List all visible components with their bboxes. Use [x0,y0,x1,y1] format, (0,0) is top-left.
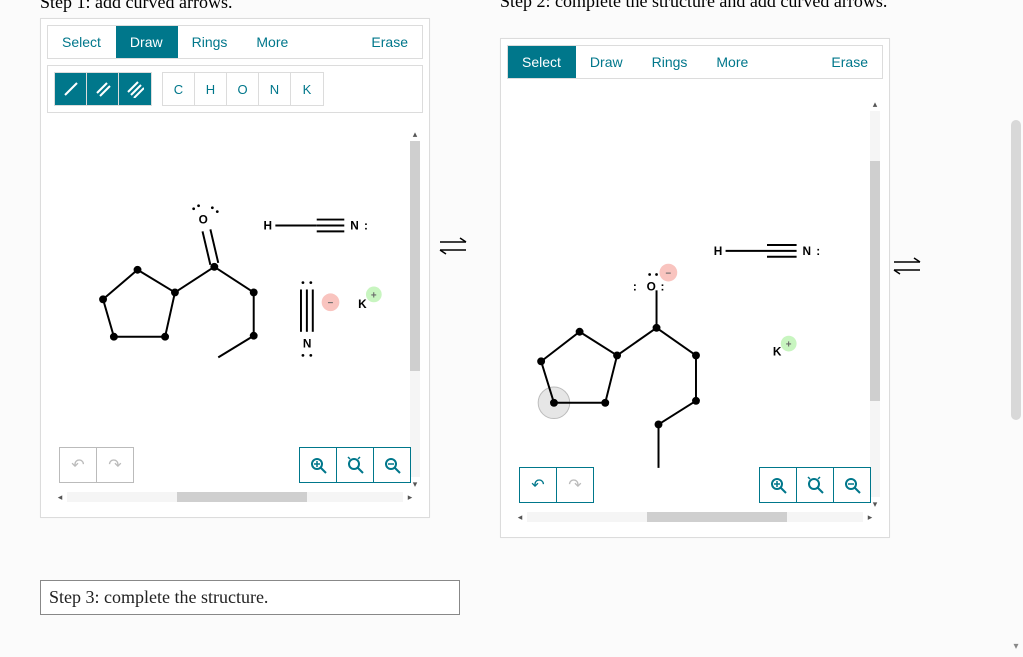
undo-button[interactable]: ↶ [60,448,97,482]
svg-text:−: − [665,269,671,280]
svg-text:+: + [786,340,792,351]
svg-text:+: + [371,290,377,301]
undo-redo-group: ↶ ↷ [59,447,134,483]
undo-icon: ↶ [531,475,544,495]
toolbar: Select Draw Rings More Erase [507,45,883,79]
editor-panel-2: Select Draw Rings More Erase [500,38,890,538]
undo-button[interactable]: ↶ [520,468,557,502]
undo-redo-group: ↶ ↷ [519,467,594,503]
zoom-fit-icon [806,476,824,494]
atom-n-button[interactable]: N [259,73,291,105]
zoom-fit-button[interactable] [797,468,834,502]
redo-button[interactable]: ↷ [557,468,593,502]
more-tab[interactable]: More [242,26,303,58]
atom-c-button[interactable]: C [163,73,195,105]
scroll-right-icon[interactable]: ▸ [863,510,877,524]
zoom-in-button[interactable] [300,448,337,482]
h-label: H [714,244,723,258]
select-tab[interactable]: Select [508,46,576,78]
k-label: K [773,344,782,358]
single-bond-icon [62,80,80,98]
scrollbar-thumb[interactable] [1011,120,1021,420]
equilibrium-arrow-icon [436,232,472,260]
zoom-out-icon [383,456,401,474]
zoom-out-icon [843,476,861,494]
scroll-up-icon[interactable]: ▴ [868,97,882,111]
page-scroll-down-arrow[interactable]: ▾ [1009,639,1023,653]
canvas-horizontal-scrollbar[interactable]: ◂ ▸ [513,509,877,525]
scroll-left-icon[interactable]: ◂ [513,510,527,524]
n2-label: N [303,337,312,351]
o-label: O [199,212,208,226]
scroll-right-icon[interactable]: ▸ [403,490,417,504]
svg-text:−: − [328,298,334,309]
draw-tab[interactable]: Draw [576,46,638,78]
drawing-canvas[interactable]: O H N : [47,127,423,511]
erase-button[interactable]: Erase [357,26,422,58]
double-bond-button[interactable] [87,73,119,105]
triple-bond-button[interactable] [119,73,151,105]
atom-k-button[interactable]: K [291,73,323,105]
draw-tools-row: C H O N K [47,65,423,113]
more-tab[interactable]: More [702,46,763,78]
page-vertical-scrollbar[interactable] [1011,0,1021,640]
bond-type-group [54,72,152,106]
lone-pair-colon: : [660,279,664,293]
zoom-in-icon [769,476,787,494]
rings-tab[interactable]: Rings [178,26,243,58]
zoom-group [759,467,871,503]
scrollbar-thumb[interactable] [870,161,880,401]
undo-icon: ↶ [71,455,84,475]
zoom-group [299,447,411,483]
n-label: N [350,218,359,232]
redo-button[interactable]: ↷ [97,448,133,482]
zoom-in-button[interactable] [760,468,797,502]
scrollbar-thumb[interactable] [410,141,420,371]
atom-h-button[interactable]: H [195,73,227,105]
step2-title: Step 2: complete the structure and add c… [500,0,920,17]
canvas-vertical-scrollbar[interactable]: ▴ ▾ [407,127,423,491]
equilibrium-arrow-2-icon [890,252,926,280]
scroll-left-icon[interactable]: ◂ [53,490,67,504]
step3-title-box: Step 3: complete the structure. [40,580,460,615]
double-bond-icon [94,80,112,98]
editor-panel-1: Select Draw Rings More Erase [40,18,430,518]
lone-pair-colon: : [816,244,820,258]
scroll-up-icon[interactable]: ▴ [408,127,422,141]
drawing-canvas[interactable]: : O : − H [507,97,883,531]
zoom-out-button[interactable] [374,448,410,482]
scrollbar-thumb[interactable] [647,512,787,522]
step3-title: Step 3: complete the structure. [49,587,268,607]
step1-title: Step 1: add curved arrows. [40,0,460,17]
lone-pair-colon: : [633,279,637,293]
zoom-out-button[interactable] [834,468,870,502]
redo-icon: ↷ [108,455,121,475]
n-label: N [803,244,812,258]
triple-bond-icon [126,80,144,98]
zoom-fit-button[interactable] [337,448,374,482]
k-label: K [358,297,367,311]
lone-pair-colon: : [364,218,368,232]
toolbar: Select Draw Rings More Erase [47,25,423,59]
zoom-in-icon [309,456,327,474]
h-label: H [264,218,273,232]
select-tab[interactable]: Select [48,26,116,58]
o-label: O [647,279,656,293]
rings-tab[interactable]: Rings [638,46,703,78]
scrollbar-thumb[interactable] [177,492,307,502]
redo-icon: ↷ [568,475,581,495]
canvas-vertical-scrollbar[interactable]: ▴ ▾ [867,97,883,511]
single-bond-button[interactable] [55,73,87,105]
erase-button[interactable]: Erase [817,46,882,78]
atom-group: C H O N K [162,72,324,106]
draw-tab[interactable]: Draw [116,26,178,58]
zoom-fit-icon [346,456,364,474]
atom-o-button[interactable]: O [227,73,259,105]
canvas-horizontal-scrollbar[interactable]: ◂ ▸ [53,489,417,505]
